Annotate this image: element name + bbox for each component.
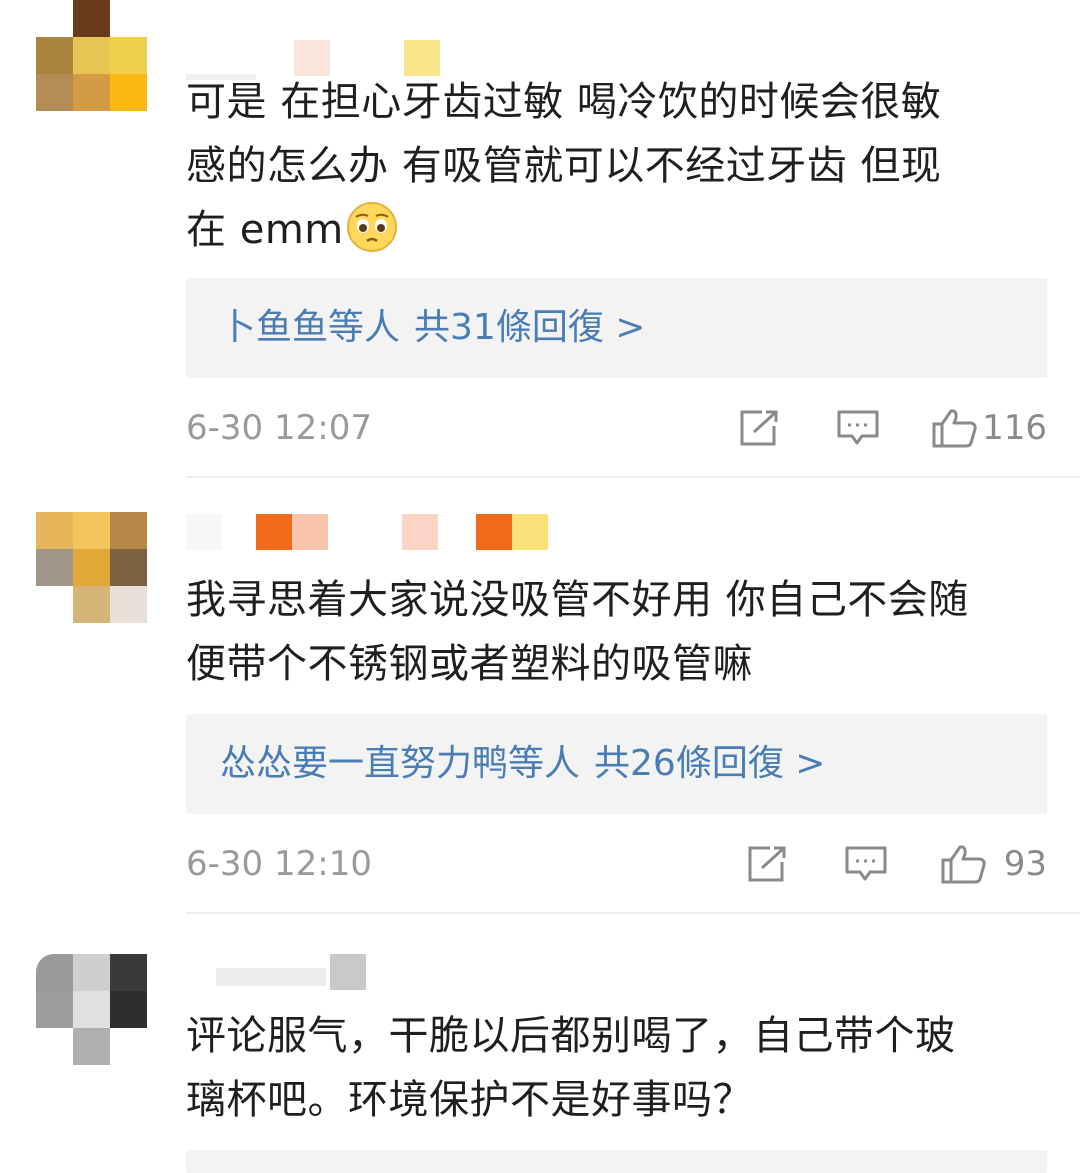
timestamp: 6-30 12:07: [186, 408, 372, 448]
replies-link[interactable]: 卜鱼鱼等人 共31條回復 >: [186, 278, 1047, 378]
comment-text: 我寻思着大家说没吸管不好用 你自己不会随 便带个不锈钢或者塑料的吸管嘛: [186, 577, 969, 687]
reply-count: 共26條回復 >: [594, 743, 826, 784]
replies-link[interactable]: 怂怂要一直努力鸭等人 共26條回復 >: [186, 714, 1047, 814]
comment-text: 可是 在担心牙齿过敏 喝冷饮的时候会很敏 感的怎么办 有吸管就可以不经过牙齿 但…: [186, 79, 942, 253]
reply-count: 共31條回復 >: [414, 307, 646, 348]
reply-names: 怂怂要一直努力鸭等人: [220, 743, 581, 784]
like-count: 116: [982, 408, 1047, 448]
share-icon[interactable]: [738, 408, 782, 448]
avatar[interactable]: [36, 512, 147, 623]
avatar[interactable]: [36, 954, 147, 1065]
thumbs-up-icon[interactable]: [931, 408, 979, 448]
comment-item: 评论服气，干脆以后都别喝了，自己带个玻 璃杯吧。环境保护不是好事吗？: [0, 914, 1080, 1173]
comment-meta: 6-30 12:10 93: [186, 834, 1047, 894]
thumbs-up-icon[interactable]: [940, 844, 988, 884]
timestamp: 6-30 12:10: [186, 844, 372, 884]
comment-text: 评论服气，干脆以后都别喝了，自己带个玻 璃杯吧。环境保护不是好事吗？: [186, 1013, 956, 1123]
avatar[interactable]: [36, 0, 147, 111]
comment-item: 可是 在担心牙齿过敏 喝冷饮的时候会很敏 感的怎么办 有吸管就可以不经过牙齿 但…: [0, 0, 1080, 478]
username-blurred[interactable]: [186, 514, 556, 550]
username-blurred[interactable]: [186, 954, 416, 990]
pleading-face-emoji: [346, 202, 397, 252]
comment-meta: 6-30 12:07 116: [186, 398, 1047, 458]
comment-icon[interactable]: [836, 408, 880, 448]
replies-link[interactable]: [186, 1150, 1047, 1173]
reply-names: 卜鱼鱼等人: [220, 307, 401, 348]
comment-icon[interactable]: [844, 844, 888, 884]
share-icon[interactable]: [746, 844, 790, 884]
comment-item: 我寻思着大家说没吸管不好用 你自己不会随 便带个不锈钢或者塑料的吸管嘛 怂怂要一…: [0, 478, 1080, 914]
like-count: 93: [1003, 844, 1047, 884]
